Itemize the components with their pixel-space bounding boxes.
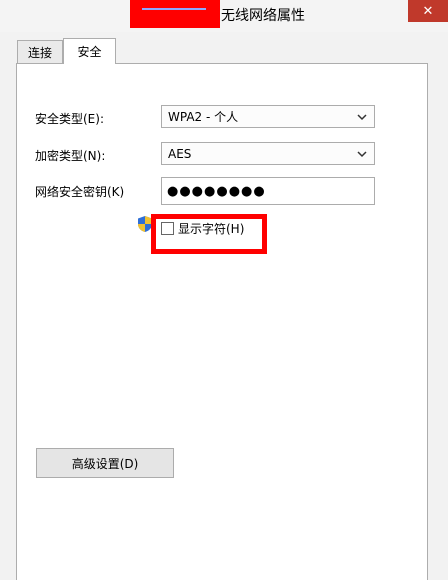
security-panel: [16, 63, 428, 580]
encryption-type-value: AES: [168, 146, 192, 161]
chevron-down-icon: [357, 113, 367, 120]
network-key-input[interactable]: ●●●●●●●●: [161, 177, 375, 205]
show-characters-label[interactable]: 显示字符(H): [178, 220, 244, 237]
tab-connection[interactable]: 连接: [17, 40, 63, 64]
window-title: 无线网络属性: [221, 8, 305, 24]
show-characters-checkbox[interactable]: [161, 222, 174, 235]
title-bar: 无线网络属性 ✕: [0, 0, 448, 32]
close-button[interactable]: ✕: [408, 0, 448, 22]
encryption-type-label: 加密类型(N):: [35, 149, 106, 163]
network-key-label: 网络安全密钥(K): [35, 185, 125, 199]
chevron-down-icon: [357, 150, 367, 157]
security-type-value: WPA2 - 个人: [168, 110, 239, 124]
security-type-label: 安全类型(E):: [35, 112, 104, 126]
redaction-line: [142, 8, 206, 10]
redacted-network-name: [130, 0, 220, 28]
security-type-select[interactable]: WPA2 - 个人: [161, 105, 375, 128]
advanced-settings-button[interactable]: 高级设置(D): [36, 448, 174, 478]
encryption-type-select[interactable]: AES: [161, 142, 375, 165]
tab-security[interactable]: 安全: [63, 38, 116, 64]
